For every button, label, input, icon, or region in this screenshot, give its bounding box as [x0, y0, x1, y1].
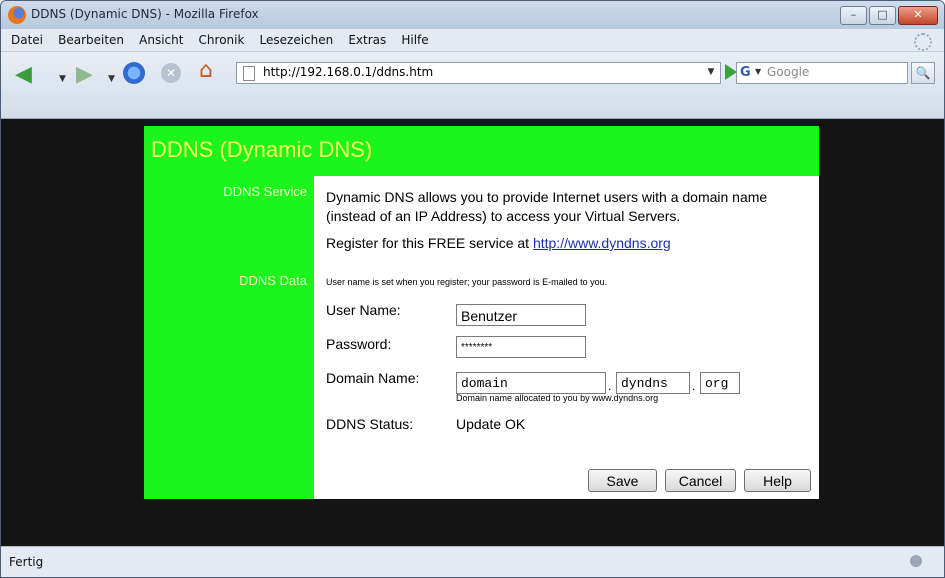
forward-history-dropdown-icon[interactable]: ▼ — [108, 68, 115, 90]
minimize-button[interactable]: – — [840, 6, 867, 25]
engine-dropdown-icon[interactable]: ▼ — [755, 67, 761, 76]
section-label-data: DDNS Data — [239, 273, 307, 288]
search-input[interactable]: Google — [767, 65, 809, 79]
url-text[interactable]: http://192.168.0.1/ddns.htm — [263, 65, 433, 79]
google-engine-icon[interactable]: G — [740, 65, 751, 80]
domain-hint: Domain name allocated to you by www.dynd… — [456, 393, 659, 403]
status-text: Fertig — [9, 555, 44, 569]
ddns-panel: DDNS (Dynamic DNS) DDNS Service DDNS Dat… — [144, 126, 819, 499]
activity-throbber-icon — [914, 33, 932, 51]
domain-separator: . — [692, 379, 696, 393]
menu-chronik[interactable]: Chronik — [199, 30, 245, 47]
maximize-button[interactable]: □ — [869, 6, 896, 25]
search-magnifier-icon[interactable]: 🔍 — [911, 62, 935, 84]
menu-lesezeichen[interactable]: Lesezeichen — [260, 30, 334, 47]
cancel-button[interactable]: Cancel — [665, 469, 736, 492]
domain-input-sld[interactable]: dyndns — [616, 372, 690, 394]
register-line: Register for this FREE service at http:/… — [326, 235, 671, 251]
menu-extras[interactable]: Extras — [348, 30, 386, 47]
password-input[interactable]: ******** — [456, 336, 586, 358]
address-bar[interactable]: http://192.168.0.1/ddns.htm ▼ — [236, 62, 721, 84]
ddns-form: Dynamic DNS allows you to provide Intern… — [314, 176, 819, 499]
back-history-dropdown-icon[interactable]: ▼ — [59, 68, 66, 90]
domain-label: Domain Name: — [326, 370, 420, 386]
page-title: DDNS (Dynamic DNS) — [151, 137, 373, 162]
section-label-service: DDNS Service — [223, 184, 307, 199]
domain-input-tld[interactable]: org — [700, 372, 740, 394]
panel-header: DDNS (Dynamic DNS) — [144, 126, 819, 176]
service-description: Dynamic DNS allows you to provide Intern… — [326, 189, 768, 224]
status-label: DDNS Status: — [326, 416, 414, 432]
window-title: DDNS (Dynamic DNS) - Mozilla Firefox — [31, 7, 259, 21]
domain-input-name[interactable]: domain — [456, 372, 606, 394]
home-icon[interactable]: ⌂ — [199, 60, 213, 82]
menu-datei[interactable]: Datei — [11, 30, 43, 47]
account-note: User name is set when you register; your… — [326, 277, 608, 287]
section-sidebar: DDNS Service DDNS Data — [144, 176, 314, 499]
status-value: Update OK — [456, 416, 526, 432]
page-icon — [243, 66, 255, 81]
page-content: DDNS (Dynamic DNS) DDNS Service DDNS Dat… — [1, 119, 944, 546]
reload-icon[interactable] — [123, 62, 145, 84]
close-button[interactable]: ✕ — [898, 6, 938, 25]
username-label: User Name: — [326, 302, 401, 318]
status-indicator-icon — [910, 555, 922, 567]
menu-bar: Datei Bearbeiten Ansicht Chronik Lesezei… — [1, 29, 944, 52]
forward-arrow-icon[interactable]: ▶ — [76, 64, 93, 86]
stop-icon[interactable]: ✕ — [161, 63, 181, 83]
firefox-icon — [8, 6, 26, 24]
register-text: Register for this FREE service at — [326, 235, 530, 251]
save-button[interactable]: Save — [588, 469, 657, 492]
dyndns-link[interactable]: http://www.dyndns.org — [533, 235, 671, 251]
menu-ansicht[interactable]: Ansicht — [139, 30, 183, 47]
title-bar: DDNS (Dynamic DNS) - Mozilla Firefox – □… — [1, 1, 944, 29]
username-input[interactable]: Benutzer — [456, 304, 586, 326]
status-bar: Fertig — [1, 546, 944, 577]
password-label: Password: — [326, 336, 392, 352]
window-controls: – □ ✕ — [840, 6, 938, 25]
url-history-dropdown-icon[interactable]: ▼ — [704, 65, 718, 80]
browser-window: DDNS (Dynamic DNS) - Mozilla Firefox – □… — [0, 0, 945, 578]
navigation-toolbar: ◀ ▼ ▶ ▼ ✕ ⌂ http://192.168.0.1/ddns.htm … — [1, 52, 944, 119]
domain-separator: . — [608, 379, 612, 393]
menu-hilfe[interactable]: Hilfe — [401, 30, 428, 47]
help-button[interactable]: Help — [744, 469, 811, 492]
back-arrow-icon[interactable]: ◀ — [15, 64, 32, 86]
menu-bearbeiten[interactable]: Bearbeiten — [58, 30, 124, 47]
search-bar[interactable]: G ▼ Google — [736, 62, 908, 84]
